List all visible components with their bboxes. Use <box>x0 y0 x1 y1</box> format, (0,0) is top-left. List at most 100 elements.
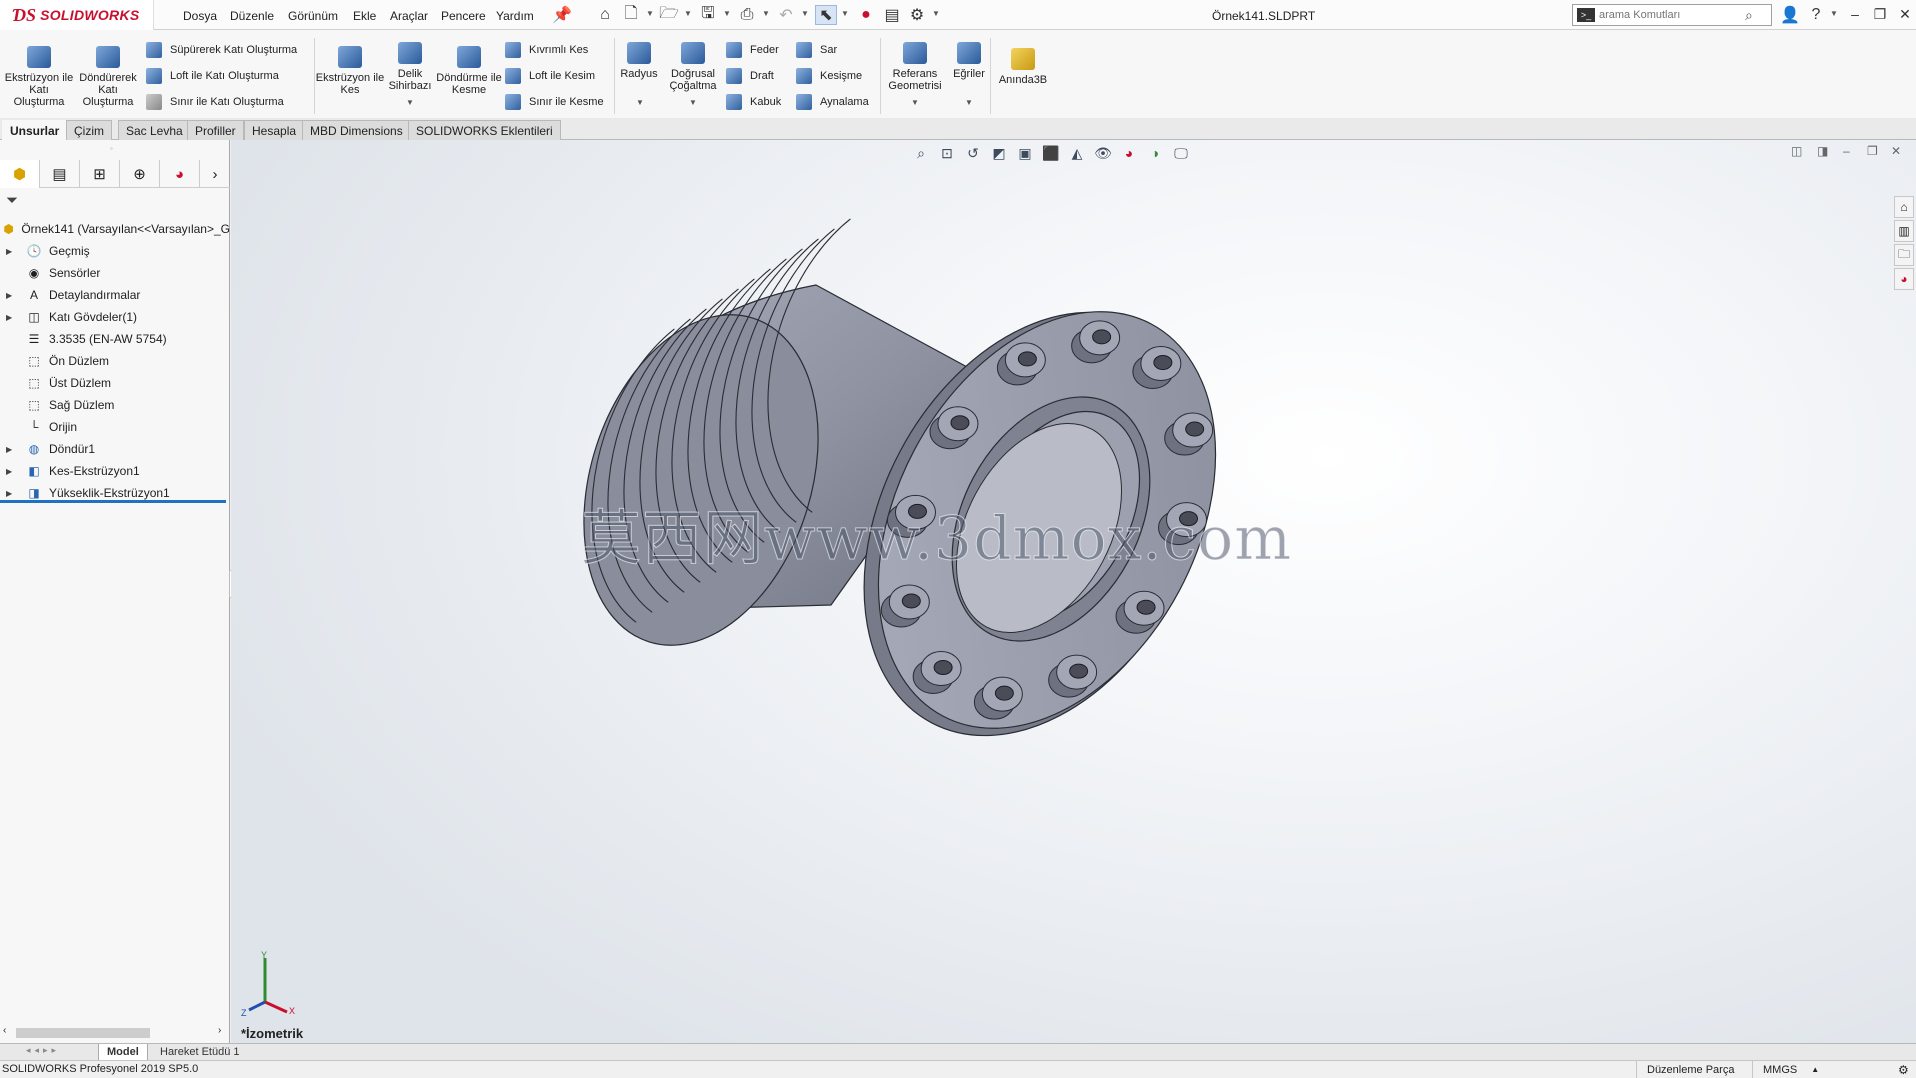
customize-status-icon[interactable]: ⚙ <box>1898 1063 1909 1077</box>
scroll-left-icon[interactable]: ‹ <box>3 1025 6 1036</box>
tab-motion-study[interactable]: Hareket Etüdü 1 <box>152 1044 248 1060</box>
expand-arrow-icon[interactable]: ▶ <box>6 467 16 476</box>
select-caret-icon[interactable]: ▼ <box>841 9 849 18</box>
draft-button[interactable]: Draft <box>726 66 774 86</box>
menu-pencere[interactable]: Pencere <box>441 9 486 23</box>
tab-mbd-dimensions[interactable]: MBD Dimensions <box>302 120 411 140</box>
part-model[interactable] <box>231 140 1916 1043</box>
tab-solidworks-eklentileri[interactable]: SOLIDWORKS Eklentileri <box>408 120 561 140</box>
menu-ekle[interactable]: Ekle <box>353 9 376 23</box>
save-icon[interactable]: 🖫 <box>697 5 719 25</box>
tree-item-solid-bodies[interactable]: ▶ ◫ Katı Gövdeler(1) <box>0 306 230 328</box>
search-commands[interactable]: >_ ⌕ <box>1572 4 1772 26</box>
mirror-button[interactable]: Aynalama <box>796 92 869 112</box>
options-caret-icon[interactable]: ▼ <box>932 9 940 18</box>
boundary-cut-button[interactable]: Sınır ile Kesme <box>505 92 604 112</box>
print-caret-icon[interactable]: ▼ <box>762 9 770 18</box>
menu-araclar[interactable]: Araçlar <box>390 9 428 23</box>
user-icon[interactable]: 👤 <box>1779 5 1801 25</box>
tree-item-right-plane[interactable]: ⬚ Sağ Düzlem <box>0 394 230 416</box>
expand-arrow-icon[interactable]: ▶ <box>6 247 16 256</box>
search-input[interactable] <box>1599 9 1739 21</box>
file-properties-icon[interactable]: ▤ <box>881 5 903 25</box>
traffic-light-icon[interactable]: ● <box>855 5 877 25</box>
minimize-icon[interactable]: – <box>1845 6 1865 24</box>
tree-item-revolve1[interactable]: ▶ ◍ Döndür1 <box>0 438 230 460</box>
menu-gorunum[interactable]: Görünüm <box>288 9 338 23</box>
extrude-boss-button[interactable]: Ekstrüzyon ile Katı Oluşturma <box>4 46 74 108</box>
linear-pattern-caret-icon[interactable]: ▼ <box>689 98 697 107</box>
tree-item-sensors[interactable]: ◉ Sensörler <box>0 262 230 284</box>
new-caret-icon[interactable]: ▼ <box>646 9 654 18</box>
new-document-icon[interactable]: 🗋 <box>620 5 642 25</box>
hole-wizard-caret-icon[interactable]: ▼ <box>406 98 414 107</box>
tree-item-front-plane[interactable]: ⬚ Ön Düzlem <box>0 350 230 372</box>
tree-item-cut-extrude1[interactable]: ▶ ◧ Kes-Ekstrüzyon1 <box>0 460 230 482</box>
dimxpert-manager-tab-icon[interactable]: ⊕ <box>120 160 160 188</box>
open-folder-icon[interactable]: 🗁 <box>658 5 680 25</box>
solidworks-logo[interactable]: ƊS SOLIDWORKS <box>0 0 154 30</box>
menu-duzenle[interactable]: Düzenle <box>230 9 274 23</box>
undo-caret-icon[interactable]: ▼ <box>801 9 809 18</box>
tree-root[interactable]: ⬢ Örnek141 (Varsayılan<<Varsayılan>_G <box>0 218 230 240</box>
tree-item-top-plane[interactable]: ⬚ Üst Düzlem <box>0 372 230 394</box>
help-caret-icon[interactable]: ▼ <box>1830 9 1838 18</box>
expand-arrow-icon[interactable]: ▶ <box>6 291 16 300</box>
tab-profiller[interactable]: Profiller <box>187 120 244 140</box>
scroll-right-icon[interactable]: › <box>218 1025 221 1036</box>
rollback-bar[interactable] <box>0 500 226 503</box>
graphics-area[interactable]: ⌕ ⊡ ↺ ◩ ▣ ⬛ ◭ 👁 ◕ ◑ 🖵 ◫ ◨ – ❐ ✕ ⌂ ▥ 🗀 ◕ <box>231 140 1916 1043</box>
tab-scroll-arrows-icon[interactable]: ◂◂▸▸ <box>26 1045 60 1056</box>
tab-hesapla[interactable]: Hesapla <box>244 120 305 140</box>
pane-grip-icon[interactable]: ◦ <box>110 144 113 153</box>
unit-system[interactable]: MMGS ▲ <box>1752 1061 1882 1078</box>
expand-arrow-icon[interactable]: ▶ <box>6 313 16 322</box>
property-manager-tab-icon[interactable]: ▤ <box>40 160 80 188</box>
tree-item-annotations[interactable]: ▶ A Detaylandırmalar <box>0 284 230 306</box>
fillet-caret-icon[interactable]: ▼ <box>636 98 644 107</box>
tree-item-material[interactable]: ☰ 3.3535 (EN-AW 5754) <box>0 328 230 350</box>
more-tabs-chevron-icon[interactable]: › <box>200 160 230 188</box>
revolve-boss-button[interactable]: Döndürerek Katı Oluşturma <box>73 46 143 108</box>
configuration-manager-tab-icon[interactable]: ⊞ <box>80 160 120 188</box>
options-gear-icon[interactable]: ⚙ <box>906 5 928 25</box>
tree-item-history[interactable]: ▶ 🕓 Geçmiş <box>0 240 230 262</box>
tab-cizim[interactable]: Çizim <box>66 120 112 140</box>
feature-manager-tab-icon[interactable]: ⬢ <box>0 160 40 188</box>
print-icon[interactable]: ⎙ <box>736 5 758 25</box>
tab-unsurlar[interactable]: Unsurlar <box>2 120 68 140</box>
scroll-thumb[interactable] <box>16 1028 150 1038</box>
restore-icon[interactable]: ❐ <box>1870 6 1890 24</box>
reference-geometry-caret-icon[interactable]: ▼ <box>911 98 919 107</box>
loft-boss-button[interactable]: Loft ile Katı Oluşturma <box>146 66 279 86</box>
menu-dosya[interactable]: Dosya <box>183 9 217 23</box>
swept-cut-button[interactable]: Kıvrımlı Kes <box>505 40 588 60</box>
undo-icon[interactable]: ↶ <box>775 5 797 25</box>
expand-arrow-icon[interactable]: ▶ <box>6 489 16 498</box>
intersect-button[interactable]: Kesişme <box>796 66 862 86</box>
home-icon[interactable]: ⌂ <box>594 5 616 25</box>
curves-caret-icon[interactable]: ▼ <box>965 98 973 107</box>
linear-pattern-button[interactable]: Doğrusal Çoğaltma <box>658 42 728 92</box>
rib-button[interactable]: Feder <box>726 40 779 60</box>
search-icon[interactable]: ⌕ <box>1745 7 1753 24</box>
revolve-cut-button[interactable]: Döndürme ile Kesme <box>434 46 504 96</box>
filter-icon[interactable]: ⏷ <box>6 192 18 209</box>
tab-sac-levha[interactable]: Sac Levha <box>118 120 191 140</box>
display-manager-tab-icon[interactable]: ◕ <box>160 160 200 188</box>
tab-model[interactable]: Model <box>98 1044 148 1060</box>
pin-icon[interactable]: 📌 <box>551 5 573 25</box>
close-icon[interactable]: ✕ <box>1895 6 1915 24</box>
open-caret-icon[interactable]: ▼ <box>684 9 692 18</box>
wrap-button[interactable]: Sar <box>796 40 837 60</box>
boundary-boss-button[interactable]: Sınır ile Katı Oluşturma <box>146 92 284 112</box>
save-caret-icon[interactable]: ▼ <box>723 9 731 18</box>
sweep-boss-button[interactable]: Süpürerek Katı Oluşturma <box>146 40 297 60</box>
loft-cut-button[interactable]: Loft ile Kesim <box>505 66 595 86</box>
select-arrow-icon[interactable]: ⬉ <box>815 5 837 25</box>
expand-arrow-icon[interactable]: ▶ <box>6 445 16 454</box>
instant3d-button[interactable]: Anında3B <box>988 48 1058 86</box>
menu-yardim[interactable]: Yardım <box>496 9 534 23</box>
shell-button[interactable]: Kabuk <box>726 92 781 112</box>
horizontal-scrollbar[interactable]: ‹ › <box>0 1025 230 1041</box>
